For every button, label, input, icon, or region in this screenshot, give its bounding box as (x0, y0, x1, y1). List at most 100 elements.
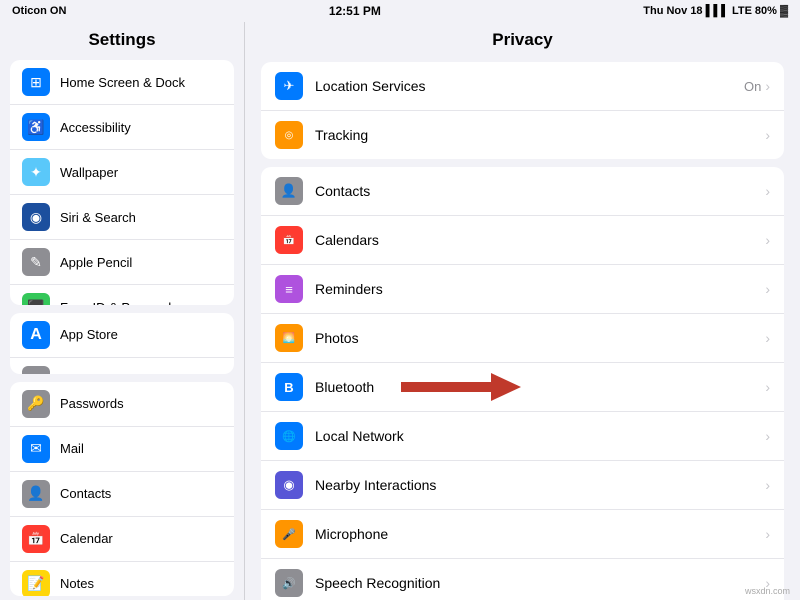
sidebar-item-calendar[interactable]: 📅 Calendar (10, 517, 234, 562)
content-item-label: Location Services (315, 78, 744, 94)
sidebar: Settings ⊞ Home Screen & Dock ♿ Accessib… (0, 22, 245, 600)
content-item-speech[interactable]: 🔊 Speech Recognition › (261, 559, 784, 600)
sidebar-item-pencil[interactable]: ✎ Apple Pencil (10, 240, 234, 285)
sidebar-item-label: Siri & Search (60, 210, 136, 225)
local-network-icon: 🌐 (275, 422, 303, 450)
watermark: wsxdn.com (745, 586, 790, 596)
status-bar: Oticon ON 12:51 PM Thu Nov 18 ▌▌▌ LTE 80… (0, 0, 800, 22)
signal-icon: ▌▌▌ (706, 5, 729, 17)
content-item-label: Bluetooth (315, 379, 765, 395)
content-group-location: ✈ Location Services On › ◎ Tracking › (261, 62, 784, 159)
siri-icon: ◉ (22, 203, 50, 231)
sidebar-group-3: 🔑 Passwords ✉ Mail 👤 Contacts 📅 Calendar… (10, 382, 234, 596)
content-item-tracking[interactable]: ◎ Tracking › (261, 111, 784, 159)
microphone-icon: 🎤 (275, 520, 303, 548)
sidebar-item-siri[interactable]: ◉ Siri & Search (10, 195, 234, 240)
content-item-label: Microphone (315, 526, 765, 542)
content-item-photos[interactable]: 🌅 Photos › (261, 314, 784, 363)
date-label: Thu Nov 18 (643, 5, 702, 17)
content-item-label: Nearby Interactions (315, 477, 765, 493)
chevron-icon: › (765, 183, 770, 199)
content-item-location[interactable]: ✈ Location Services On › (261, 62, 784, 111)
lte-label: LTE (732, 5, 752, 17)
sidebar-item-home-screen[interactable]: ⊞ Home Screen & Dock (10, 60, 234, 105)
pencil-icon: ✎ (22, 248, 50, 276)
sidebar-item-label: Face ID & Passcode (60, 300, 179, 305)
content-title: Privacy (245, 22, 800, 56)
sidebar-item-label: Wallpaper (60, 165, 118, 180)
sidebar-item-label: Wallet & Apple Pay (60, 372, 170, 373)
wallpaper-icon: ✦ (22, 158, 50, 186)
sidebar-item-label: Mail (60, 441, 84, 456)
chevron-icon: › (765, 281, 770, 297)
wallet-icon: ▣ (22, 366, 50, 374)
content-item-reminders[interactable]: ≡ Reminders › (261, 265, 784, 314)
content-item-label: Speech Recognition (315, 575, 765, 591)
sidebar-item-passwords[interactable]: 🔑 Passwords (10, 382, 234, 427)
content-item-value: On (744, 79, 761, 94)
content-item-calendars[interactable]: 📅 Calendars › (261, 216, 784, 265)
chevron-icon: › (765, 78, 770, 94)
calendar-sidebar-icon: 📅 (22, 525, 50, 553)
mail-icon: ✉ (22, 435, 50, 463)
sidebar-item-wallpaper[interactable]: ✦ Wallpaper (10, 150, 234, 195)
sidebar-item-notes[interactable]: 📝 Notes (10, 562, 234, 596)
sidebar-group-1: ⊞ Home Screen & Dock ♿ Accessibility ✦ W… (10, 60, 234, 305)
content-item-nearby[interactable]: ◉ Nearby Interactions › (261, 461, 784, 510)
content-item-contacts[interactable]: 👤 Contacts › (261, 167, 784, 216)
bluetooth-icon: B (275, 373, 303, 401)
sidebar-item-label: Home Screen & Dock (60, 75, 185, 90)
faceid-icon: ⬛ (22, 293, 50, 305)
chevron-icon: › (765, 127, 770, 143)
sidebar-item-label: Passwords (60, 396, 124, 411)
sidebar-group-2: A App Store ▣ Wallet & Apple Pay (10, 313, 234, 374)
chevron-icon: › (765, 379, 770, 395)
sidebar-item-appstore[interactable]: A App Store (10, 313, 234, 358)
battery-icon: ▓ (780, 5, 788, 17)
arrow-annotation (401, 373, 521, 401)
content-item-bluetooth[interactable]: B Bluetooth › (261, 363, 784, 412)
speech-icon: 🔊 (275, 569, 303, 597)
sidebar-item-label: Calendar (60, 531, 113, 546)
location-icon: ✈ (275, 72, 303, 100)
appstore-icon: A (22, 321, 50, 349)
contacts-sidebar-icon: 👤 (22, 480, 50, 508)
passwords-icon: 🔑 (22, 390, 50, 418)
contacts-icon: 👤 (275, 177, 303, 205)
content-item-microphone[interactable]: 🎤 Microphone › (261, 510, 784, 559)
chevron-icon: › (765, 232, 770, 248)
chevron-icon: › (765, 428, 770, 444)
sidebar-item-mail[interactable]: ✉ Mail (10, 427, 234, 472)
sidebar-item-faceid[interactable]: ⬛ Face ID & Passcode (10, 285, 234, 305)
content-item-label: Local Network (315, 428, 765, 444)
time-label: 12:51 PM (329, 4, 381, 18)
sidebar-title: Settings (0, 22, 244, 56)
content-item-local-network[interactable]: 🌐 Local Network › (261, 412, 784, 461)
carrier-label: Oticon ON (12, 5, 66, 17)
chevron-icon: › (765, 526, 770, 542)
sidebar-item-contacts[interactable]: 👤 Contacts (10, 472, 234, 517)
sidebar-item-label: Accessibility (60, 120, 131, 135)
home-screen-icon: ⊞ (22, 68, 50, 96)
notes-icon: 📝 (22, 570, 50, 596)
calendars-icon: 📅 (275, 226, 303, 254)
chevron-icon: › (765, 477, 770, 493)
sidebar-item-label: Notes (60, 576, 94, 591)
photos-icon: 🌅 (275, 324, 303, 352)
tracking-icon: ◎ (275, 121, 303, 149)
content-item-label: Photos (315, 330, 765, 346)
content-item-label: Contacts (315, 183, 765, 199)
nearby-icon: ◉ (275, 471, 303, 499)
sidebar-item-label: Apple Pencil (60, 255, 132, 270)
sidebar-item-label: App Store (60, 327, 118, 342)
battery-label: 80% (755, 5, 777, 17)
content-item-label: Tracking (315, 127, 765, 143)
chevron-icon: › (765, 330, 770, 346)
content-area: Privacy ✈ Location Services On › ◎ Track… (245, 22, 800, 600)
content-scroll: ✈ Location Services On › ◎ Tracking › 👤 … (245, 56, 800, 600)
accessibility-icon: ♿ (22, 113, 50, 141)
sidebar-item-label: Contacts (60, 486, 111, 501)
content-item-label: Calendars (315, 232, 765, 248)
sidebar-item-accessibility[interactable]: ♿ Accessibility (10, 105, 234, 150)
sidebar-item-wallet[interactable]: ▣ Wallet & Apple Pay (10, 358, 234, 374)
